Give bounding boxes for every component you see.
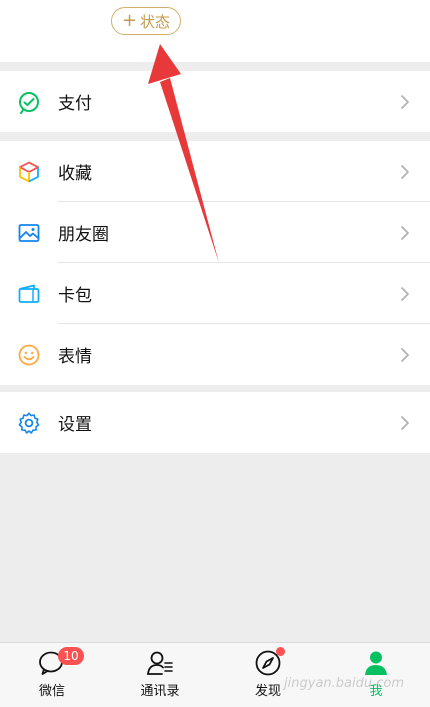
compass-icon (254, 647, 285, 677)
add-status-button[interactable]: + 状态 (111, 7, 181, 35)
bottom-tab-bar: 10 微信 通讯录 发现 我 (0, 642, 430, 707)
menu-item-label: 收藏 (58, 164, 92, 184)
status-button-label: 状态 (140, 12, 171, 31)
person-icon (362, 649, 390, 677)
chevron-right-icon (401, 415, 409, 430)
new-content-dot (276, 647, 285, 656)
smile-icon (16, 342, 42, 368)
menu-item-label: 表情 (58, 347, 92, 367)
profile-header: + 状态 (0, 0, 430, 62)
menu-group-main: 收藏 朋友圈 卡包 表情 (0, 141, 430, 385)
unread-badge: 10 (58, 647, 84, 665)
chevron-right-icon (401, 347, 409, 362)
menu-item-label: 朋友圈 (58, 225, 109, 245)
chevron-right-icon (401, 164, 409, 179)
tab-label: 微信 (38, 684, 65, 699)
card-wallet-icon (16, 281, 42, 307)
tab-label: 发现 (254, 684, 281, 699)
tab-chats[interactable]: 10 微信 (12, 647, 92, 705)
cube-icon (16, 159, 42, 185)
chevron-right-icon (401, 94, 409, 109)
menu-item-label: 支付 (58, 94, 92, 114)
tab-label: 通讯录 (140, 684, 180, 699)
chevron-right-icon (401, 225, 409, 240)
menu-item-cards[interactable]: 卡包 (0, 263, 430, 324)
menu-item-label: 设置 (58, 415, 92, 435)
wechat-pay-icon (16, 89, 42, 115)
menu-item-label: 卡包 (58, 286, 92, 306)
picture-icon (16, 220, 42, 246)
menu-item-moments[interactable]: 朋友圈 (0, 202, 430, 263)
contacts-icon (146, 649, 174, 677)
menu-item-favorites[interactable]: 收藏 (0, 141, 430, 202)
menu-item-settings[interactable]: 设置 (0, 392, 430, 453)
menu-group-settings: 设置 (0, 392, 430, 453)
tab-contacts[interactable]: 通讯录 (120, 649, 200, 705)
menu-group-pay: 支付 (0, 71, 430, 132)
menu-item-pay[interactable]: 支付 (0, 71, 430, 132)
menu-item-stickers[interactable]: 表情 (0, 324, 430, 385)
gear-icon (16, 410, 42, 436)
chevron-right-icon (401, 286, 409, 301)
chat-bubble-icon: 10 (38, 647, 84, 677)
watermark: jingyan.baidu.com (284, 676, 404, 691)
plus-icon: + (121, 10, 138, 31)
